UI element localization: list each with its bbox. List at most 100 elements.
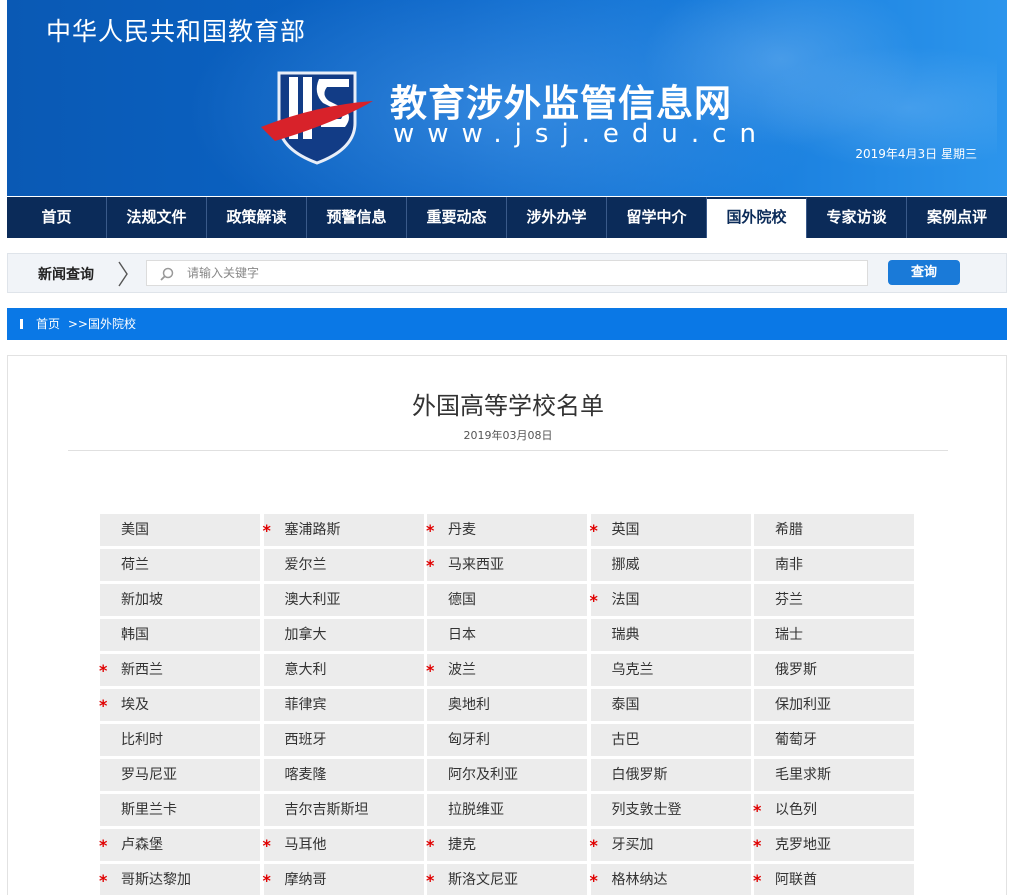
nav-item[interactable]: 国外院校: [707, 197, 807, 238]
country-link[interactable]: * 波兰: [426, 654, 587, 686]
country-link[interactable]: * 斯洛文尼亚: [426, 864, 587, 895]
country-name: 瑞士: [775, 627, 803, 643]
country-name: 比利时: [121, 732, 163, 748]
country-link[interactable]: * 丹麦: [426, 514, 587, 546]
star-marker: *: [99, 836, 108, 855]
country-name: 毛里求斯: [775, 767, 831, 783]
country-link[interactable]: * 埃及: [99, 689, 260, 721]
search-button[interactable]: 查询: [888, 260, 960, 285]
country-link[interactable]: 葡萄牙: [754, 724, 914, 756]
nav-item[interactable]: 预警信息: [307, 197, 407, 238]
star-marker: *: [426, 556, 435, 575]
country-link[interactable]: 列支敦士登: [590, 794, 751, 826]
country-link[interactable]: 毛里求斯: [754, 759, 914, 791]
breadcrumb: 首页 >>国外院校: [7, 308, 1007, 340]
country-link[interactable]: 瑞士: [754, 619, 914, 651]
country-link[interactable]: * 哥斯达黎加: [99, 864, 260, 895]
current-date: 2019年4月3日 星期三: [855, 147, 977, 161]
country-link[interactable]: 爱尔兰: [263, 549, 424, 581]
nav-item[interactable]: 法规文件: [107, 197, 207, 238]
nav-item[interactable]: 案例点评: [907, 197, 1007, 238]
country-link[interactable]: * 新西兰: [99, 654, 260, 686]
country-link[interactable]: 美国: [100, 514, 260, 546]
nav-item[interactable]: 留学中介: [607, 197, 707, 238]
country-name: 菲律宾: [284, 697, 327, 713]
star-marker: *: [262, 521, 271, 540]
country-link[interactable]: 斯里兰卡: [100, 794, 260, 826]
star-marker: *: [589, 871, 598, 890]
country-link[interactable]: * 摩纳哥: [263, 864, 424, 895]
country-link[interactable]: * 格林纳达: [589, 864, 751, 895]
nav-item[interactable]: 政策解读: [207, 197, 307, 238]
country-link[interactable]: 奥地利: [427, 689, 587, 721]
ministry-name[interactable]: 中华人民共和国教育部: [46, 12, 306, 48]
country-link[interactable]: * 卢森堡: [99, 829, 260, 861]
main-nav: 首页 法规文件 政策解读 预警信息 重要动态 涉外办学 留学中介 国外院校 专家访谈 案例点评: [7, 197, 1007, 238]
country-link[interactable]: 新加坡: [100, 584, 260, 616]
country-link[interactable]: * 马来西亚: [426, 549, 587, 581]
country-link[interactable]: 乌克兰: [590, 654, 751, 686]
country-link[interactable]: 古巴: [590, 724, 751, 756]
country-link[interactable]: 韩国: [100, 619, 260, 651]
country-name: 格林纳达: [611, 872, 668, 888]
star-marker: *: [589, 591, 598, 610]
search-field[interactable]: [146, 260, 868, 286]
country-link[interactable]: 芬兰: [754, 584, 914, 616]
star-marker: *: [753, 801, 762, 820]
country-name: 德国: [448, 592, 476, 608]
country-link[interactable]: * 塞浦路斯: [262, 514, 424, 546]
breadcrumb-current-link[interactable]: 国外院校: [88, 317, 136, 331]
country-link[interactable]: 瑞典: [590, 619, 751, 651]
country-name: 克罗地亚: [775, 837, 831, 853]
country-link[interactable]: 吉尔吉斯斯坦: [263, 794, 424, 826]
news-search-bar: 新闻查询 查询: [7, 253, 1007, 293]
country-name: 乌克兰: [611, 662, 654, 678]
country-name: 葡萄牙: [775, 732, 817, 748]
nav-item[interactable]: 重要动态: [407, 197, 507, 238]
country-link[interactable]: 德国: [427, 584, 587, 616]
search-input[interactable]: [187, 261, 857, 285]
country-link[interactable]: 罗马尼亚: [100, 759, 260, 791]
country-link[interactable]: 澳大利亚: [263, 584, 424, 616]
country-link[interactable]: * 法国: [589, 584, 751, 616]
country-link[interactable]: * 牙买加: [590, 829, 751, 861]
country-link[interactable]: 意大利: [263, 654, 424, 686]
country-link[interactable]: 匈牙利: [427, 724, 587, 756]
nav-item[interactable]: 首页: [7, 197, 107, 238]
country-name: 意大利: [284, 662, 327, 678]
site-logo-icon[interactable]: [257, 65, 377, 165]
country-link[interactable]: 喀麦隆: [263, 759, 424, 791]
country-link[interactable]: 西班牙: [263, 724, 424, 756]
breadcrumb-home-link[interactable]: 首页: [36, 317, 60, 331]
country-link[interactable]: 加拿大: [263, 619, 424, 651]
country-link[interactable]: 保加利亚: [754, 689, 914, 721]
country-link[interactable]: 荷兰: [100, 549, 260, 581]
country-link[interactable]: 菲律宾: [263, 689, 424, 721]
nav-item[interactable]: 涉外办学: [507, 197, 607, 238]
country-name: 英国: [611, 522, 640, 538]
country-link[interactable]: 南非: [754, 549, 914, 581]
country-link[interactable]: * 英国: [590, 514, 751, 546]
country-link[interactable]: 希腊: [754, 514, 914, 546]
breadcrumb-marker: [20, 319, 23, 329]
country-link[interactable]: * 马耳他: [262, 829, 424, 861]
country-link[interactable]: * 克罗地亚: [753, 829, 914, 861]
nav-item[interactable]: 专家访谈: [807, 197, 907, 238]
country-link[interactable]: * 捷克: [426, 829, 587, 861]
country-link[interactable]: 比利时: [100, 724, 260, 756]
country-link[interactable]: 拉脱维亚: [427, 794, 587, 826]
country-link[interactable]: 日本: [427, 619, 587, 651]
country-link[interactable]: 俄罗斯: [754, 654, 914, 686]
country-link[interactable]: 挪威: [590, 549, 751, 581]
country-link[interactable]: * 以色列: [753, 794, 914, 826]
country-link[interactable]: * 阿联酋: [753, 864, 914, 895]
star-marker: *: [99, 871, 108, 890]
country-name: 爱尔兰: [284, 557, 327, 573]
country-name: 泰国: [611, 697, 640, 713]
country-link[interactable]: 泰国: [590, 689, 751, 721]
country-link[interactable]: 阿尔及利亚: [427, 759, 587, 791]
site-url: www.jsj.edu.cn: [393, 119, 769, 149]
star-marker: *: [262, 836, 271, 855]
country-link[interactable]: 白俄罗斯: [590, 759, 751, 791]
article-title: 外国高等学校名单: [412, 392, 604, 420]
